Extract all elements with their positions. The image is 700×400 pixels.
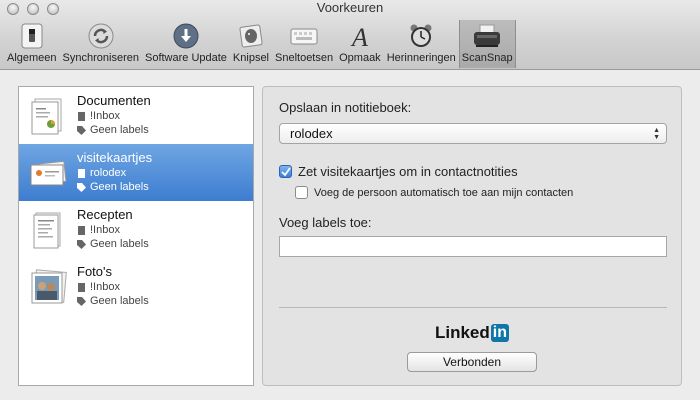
download-icon bbox=[171, 22, 201, 50]
list-item-documenten[interactable]: Documenten !Inbox Geen labels bbox=[19, 87, 253, 144]
notebook-destination: rolodex bbox=[90, 167, 127, 179]
notebook-icon bbox=[78, 282, 85, 292]
photo-icon bbox=[29, 267, 69, 307]
list-item-visitekaartjes[interactable]: visitekaartjes rolodex Geen labels bbox=[19, 144, 253, 201]
tag-icon bbox=[77, 296, 86, 306]
window-title: Voorkeuren bbox=[316, 0, 384, 15]
notebook-name: Documenten bbox=[77, 93, 151, 108]
notebook-icon bbox=[78, 111, 85, 121]
convert-cards-checkbox[interactable] bbox=[279, 165, 292, 178]
title-bar: Voorkeuren Algemeen Synchroniseren Softw… bbox=[0, 0, 700, 70]
document-icon bbox=[29, 96, 69, 136]
sync-icon bbox=[86, 22, 116, 50]
save-in-notebook-label: Opslaan in notitieboek: bbox=[279, 100, 412, 115]
divider bbox=[279, 307, 667, 308]
notebook-name: Foto's bbox=[77, 264, 112, 279]
alarm-clock-icon bbox=[406, 22, 436, 50]
convert-cards-row: Zet visitekaartjes om in contactnotities bbox=[279, 164, 518, 179]
notebook-select[interactable]: rolodex ▲ ▼ bbox=[279, 123, 667, 144]
tag-icon bbox=[77, 239, 86, 249]
scan-profile-list: Documenten !Inbox Geen labels visitekaar… bbox=[18, 86, 254, 386]
tag-icon bbox=[77, 182, 86, 192]
notebook-destination: !Inbox bbox=[90, 110, 120, 122]
labels-input[interactable] bbox=[279, 236, 667, 257]
preferences-toolbar: Algemeen Synchroniseren Software Update … bbox=[4, 20, 516, 68]
notebook-icon bbox=[78, 168, 85, 178]
font-icon: A bbox=[345, 22, 375, 50]
add-contact-checkbox[interactable] bbox=[295, 186, 308, 199]
notebook-labels: Geen labels bbox=[90, 124, 149, 136]
tab-herinneringen[interactable]: Herinneringen bbox=[384, 20, 459, 68]
tab-synchroniseren[interactable]: Synchroniseren bbox=[60, 20, 142, 68]
tab-sneltoetsen[interactable]: Sneltoetsen bbox=[272, 20, 336, 68]
elephant-icon bbox=[236, 22, 266, 50]
receipt-icon bbox=[29, 210, 69, 250]
settings-panel: Opslaan in notitieboek: rolodex ▲ ▼ Zet v… bbox=[262, 86, 682, 386]
notebook-select-value: rolodex bbox=[290, 126, 333, 141]
list-item-recepten[interactable]: Recepten !Inbox Geen labels bbox=[19, 201, 253, 258]
tab-algemeen[interactable]: Algemeen bbox=[4, 20, 60, 68]
list-item-fotos[interactable]: Foto's !Inbox Geen labels bbox=[19, 258, 253, 315]
keyboard-icon bbox=[289, 22, 319, 50]
notebook-destination: !Inbox bbox=[90, 281, 120, 293]
svg-text:A: A bbox=[350, 23, 368, 49]
add-labels-label: Voeg labels toe: bbox=[279, 215, 372, 230]
notebook-icon bbox=[78, 225, 85, 235]
notebook-labels: Geen labels bbox=[90, 295, 149, 307]
notebook-name: visitekaartjes bbox=[77, 150, 153, 165]
notebook-labels: Geen labels bbox=[90, 238, 149, 250]
add-contact-label: Voeg de persoon automatisch toe aan mijn… bbox=[314, 186, 574, 199]
tab-scansnap[interactable]: ScanSnap bbox=[458, 20, 516, 68]
tab-software-update[interactable]: Software Update bbox=[142, 20, 230, 68]
checkmark-icon bbox=[280, 166, 291, 176]
switch-icon bbox=[17, 22, 47, 50]
convert-cards-label: Zet visitekaartjes om in contactnotities bbox=[298, 164, 518, 179]
tab-knipsel[interactable]: Knipsel bbox=[230, 20, 272, 68]
tab-opmaak[interactable]: A Opmaak bbox=[336, 20, 384, 68]
notebook-labels: Geen labels bbox=[90, 181, 149, 193]
notebook-name: Recepten bbox=[77, 207, 133, 222]
linkedin-logo: Linked in bbox=[434, 323, 509, 342]
connected-button[interactable]: Verbonden bbox=[407, 352, 537, 372]
business-card-icon bbox=[29, 153, 69, 193]
tag-icon bbox=[77, 125, 86, 135]
scanner-icon bbox=[472, 22, 502, 50]
notebook-destination: !Inbox bbox=[90, 224, 120, 236]
add-contact-row: Voeg de persoon automatisch toe aan mijn… bbox=[295, 186, 573, 199]
up-down-arrows-icon: ▲ ▼ bbox=[653, 127, 660, 141]
